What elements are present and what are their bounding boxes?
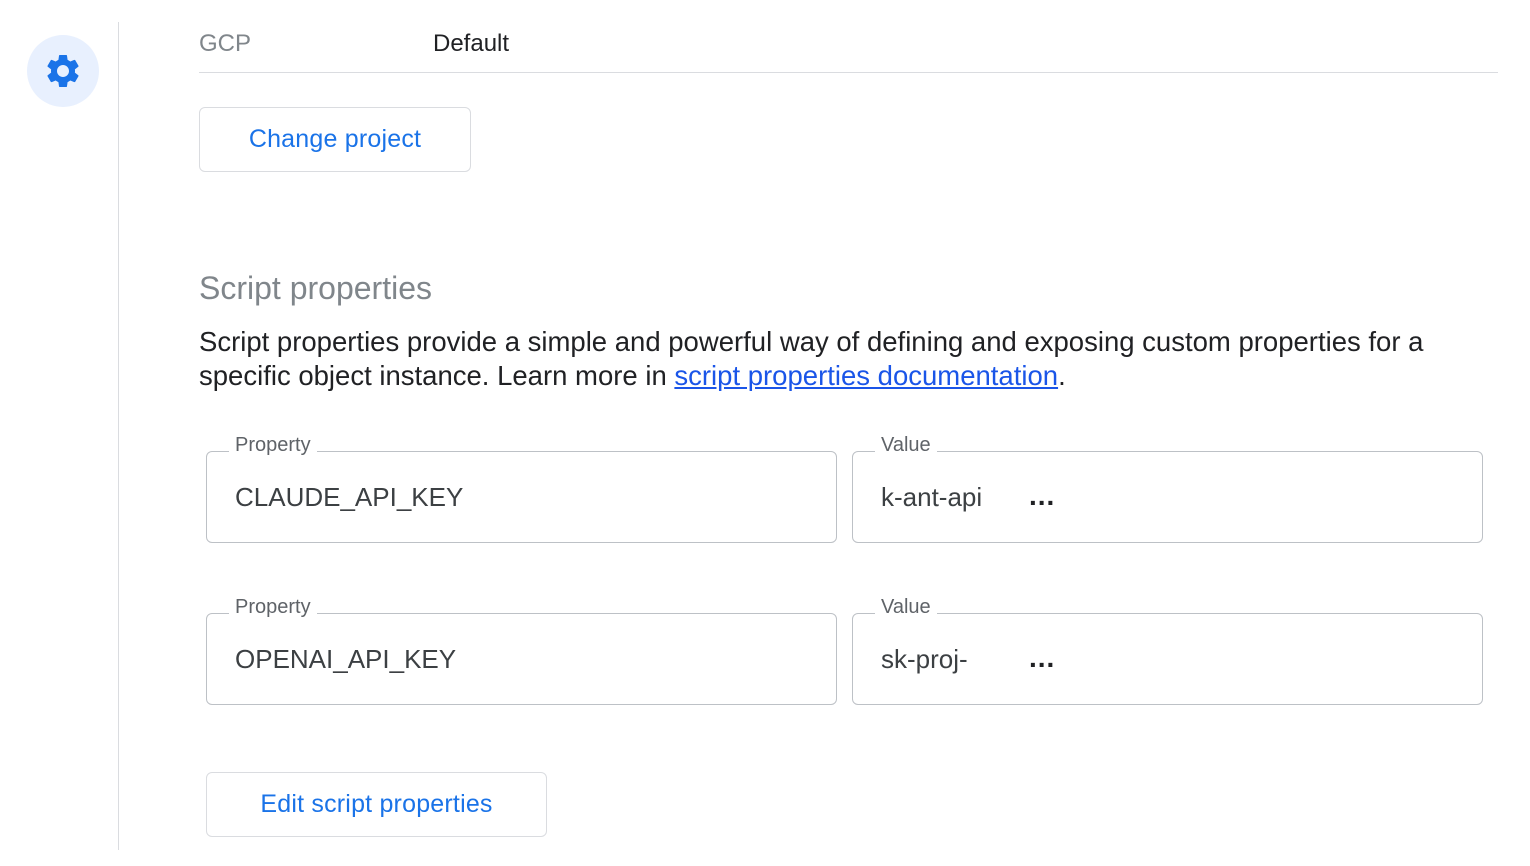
- gcp-project-row: GCP Default: [199, 22, 1498, 73]
- property-key-value: OPENAI_API_KEY: [235, 644, 457, 674]
- value-field-label: Value: [875, 434, 937, 457]
- value-field-label: Value: [875, 596, 937, 619]
- property-field-label: Property: [229, 434, 317, 457]
- project-settings-page: GCP Default Change project Script proper…: [0, 0, 1530, 866]
- property-value-field[interactable]: Value sk-proj- ...: [852, 596, 1483, 705]
- property-value-text: k-ant-api: [881, 482, 983, 512]
- change-project-button[interactable]: Change project: [199, 107, 471, 172]
- documentation-link[interactable]: script properties documentation: [674, 360, 1058, 391]
- rail-divider: [118, 22, 119, 850]
- property-key-field[interactable]: Property CLAUDE_API_KEY: [206, 434, 837, 543]
- masked-ellipsis: ...: [1029, 642, 1056, 673]
- description-suffix: .: [1058, 360, 1066, 391]
- gcp-project-value: Default: [433, 30, 510, 57]
- settings-nav-button[interactable]: [27, 35, 99, 107]
- gcp-label: GCP: [199, 30, 252, 57]
- property-value-field[interactable]: Value k-ant-api ...: [852, 434, 1483, 543]
- property-field-label: Property: [229, 596, 317, 619]
- property-key-value: CLAUDE_API_KEY: [235, 482, 464, 512]
- masked-ellipsis: ...: [1029, 480, 1056, 511]
- section-description: Script properties provide a simple and p…: [199, 325, 1509, 393]
- property-key-field[interactable]: Property OPENAI_API_KEY: [206, 596, 837, 705]
- section-title: Script properties: [199, 270, 432, 306]
- edit-script-properties-button[interactable]: Edit script properties: [206, 772, 547, 837]
- property-value-text: sk-proj-: [881, 644, 968, 674]
- gear-icon: [47, 54, 79, 87]
